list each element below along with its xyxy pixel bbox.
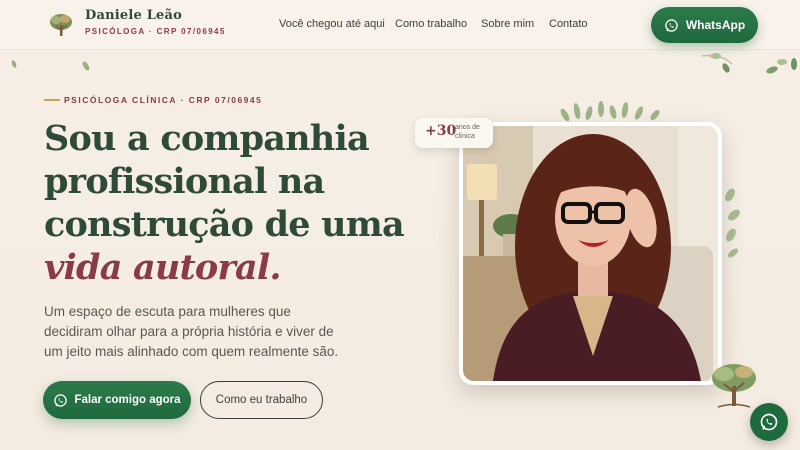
headline-line-2: profissional na: [44, 161, 325, 202]
how-i-work-button[interactable]: Como eu trabalho: [200, 381, 323, 419]
whatsapp-icon: [54, 393, 68, 407]
experience-years: +30: [425, 123, 457, 139]
nav-item-contato[interactable]: Contato: [549, 18, 588, 30]
brand-name[interactable]: Daniele Leão: [85, 8, 182, 23]
portrait-illustration: [463, 126, 718, 381]
floating-whatsapp-button[interactable]: [750, 403, 788, 441]
tree-logo-icon[interactable]: [48, 12, 74, 38]
leaf-decoration-icon: [11, 60, 90, 71]
leaf-side-decoration-icon: [725, 188, 740, 258]
header-whatsapp-button[interactable]: WhatsApp: [651, 7, 758, 43]
talk-to-me-label: Falar comigo agora: [74, 394, 181, 406]
leaf-crown-decoration-icon: [560, 101, 660, 122]
talk-to-me-button[interactable]: Falar comigo agora: [43, 381, 191, 419]
nav-item-sobre-mim[interactable]: Sobre mim: [481, 18, 534, 30]
brand-subtitle: PSICÓLOGA · CRP 07/06945: [85, 27, 226, 36]
tree-decoration-icon: [712, 364, 756, 408]
nav-item-voce-chegou[interactable]: Você chegou até aqui: [279, 18, 385, 30]
portrait-card: [459, 122, 722, 385]
headline-line-1: Sou a companhia: [44, 118, 370, 159]
hero-headline: Sou a companhia profissional na construç…: [44, 117, 414, 289]
header-whatsapp-label: WhatsApp: [685, 18, 746, 32]
site-header: Daniele Leão PSICÓLOGA · CRP 07/06945 Vo…: [0, 0, 800, 50]
hero-eyebrow: PSICÓLOGA CLÍNICA · CRP 07/06945: [64, 95, 263, 105]
experience-badge: +30 anos de clínica: [415, 118, 493, 148]
nav-item-como-trabalho[interactable]: Como trabalho: [395, 18, 467, 30]
headline-line-3: construção de uma: [44, 204, 405, 245]
headline-accent: vida autoral.: [44, 247, 282, 288]
whatsapp-icon: [760, 413, 778, 431]
hero-description: Um espaço de escuta para mulheres que de…: [44, 304, 339, 359]
eyebrow-accent-line: [44, 99, 60, 101]
branch-decoration-icon: [702, 53, 797, 74]
whatsapp-icon: [665, 18, 678, 32]
portrait-photo: [463, 126, 718, 381]
experience-label: anos de clínica: [455, 124, 480, 140]
